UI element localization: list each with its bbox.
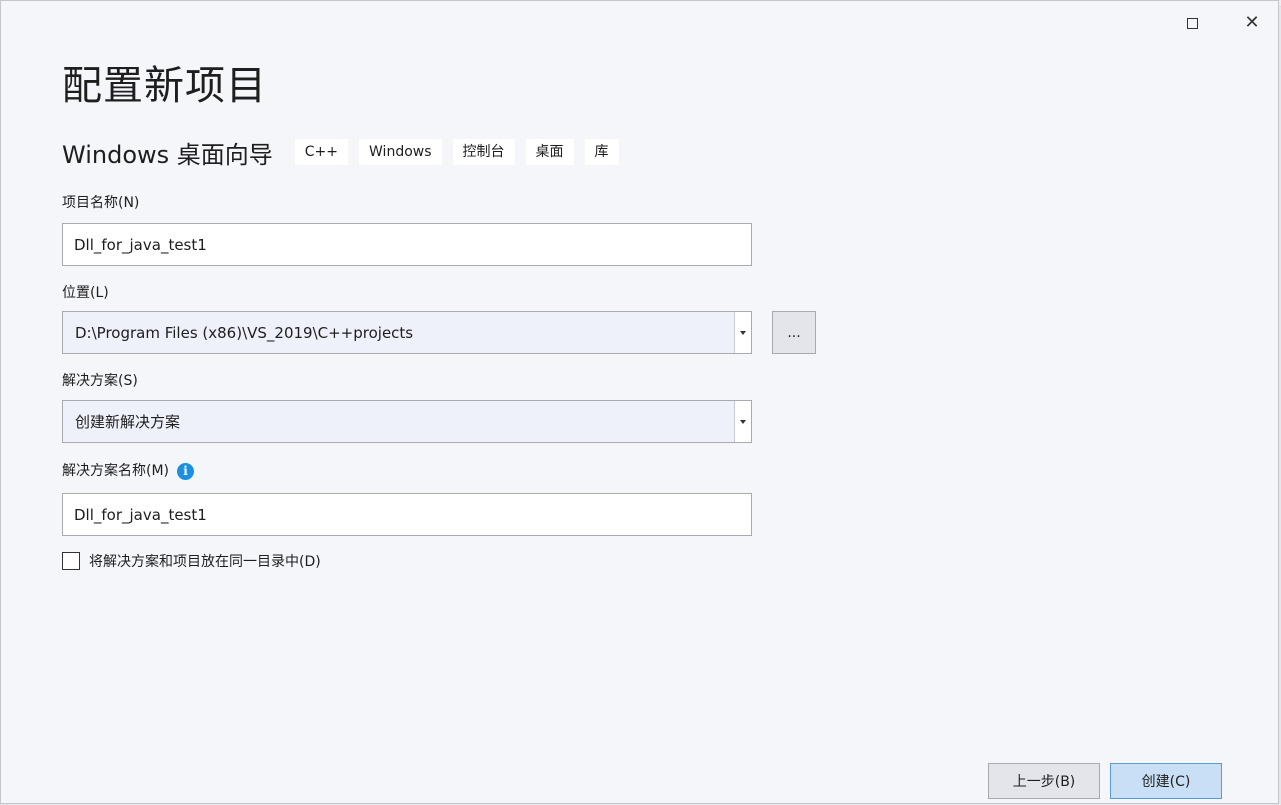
maximize-button[interactable] xyxy=(1177,9,1207,37)
create-button[interactable]: 创建(C) xyxy=(1110,763,1222,799)
solution-name-label: 解决方案名称(M) xyxy=(62,463,170,479)
template-header: Windows 桌面向导 C++ Windows 控制台 桌面 库 xyxy=(62,135,630,169)
solution-combobox[interactable]: 创建新解决方案 xyxy=(62,400,752,443)
template-tag: C++ xyxy=(294,139,349,165)
same-directory-checkbox[interactable] xyxy=(62,552,80,570)
location-label: 位置(L) xyxy=(62,285,109,301)
info-icon[interactable]: i xyxy=(177,462,195,480)
location-combobox[interactable]: D:\Program Files (x86)\VS_2019\C++projec… xyxy=(62,311,752,354)
solution-name-label-row: 解决方案名称(M) i xyxy=(62,460,195,480)
close-button[interactable]: ✕ xyxy=(1237,9,1267,37)
same-directory-option[interactable]: 将解决方案和项目放在同一目录中(D) xyxy=(62,551,321,571)
solution-label: 解决方案(S) xyxy=(62,373,138,389)
template-name: Windows 桌面向导 xyxy=(62,140,273,169)
chevron-down-icon xyxy=(740,330,746,335)
page-title: 配置新项目 xyxy=(62,63,267,109)
back-button[interactable]: 上一步(B) xyxy=(988,763,1100,799)
close-icon: ✕ xyxy=(1244,12,1260,33)
solution-dropdown-button[interactable] xyxy=(734,401,751,442)
location-value: D:\Program Files (x86)\VS_2019\C++projec… xyxy=(75,323,414,342)
project-name-label: 项目名称(N) xyxy=(62,195,140,211)
browse-button[interactable]: ... xyxy=(772,311,816,354)
maximize-icon xyxy=(1186,17,1198,29)
configure-project-dialog: ✕ 配置新项目 Windows 桌面向导 C++ Windows 控制台 桌面 … xyxy=(0,0,1279,804)
template-tag: 库 xyxy=(584,139,619,165)
solution-name-input[interactable] xyxy=(62,493,752,536)
chevron-down-icon xyxy=(740,419,746,424)
template-tag: Windows xyxy=(359,139,442,165)
same-directory-label: 将解决方案和项目放在同一目录中(D) xyxy=(89,554,321,570)
template-tag: 桌面 xyxy=(525,139,574,165)
location-dropdown-button[interactable] xyxy=(734,312,751,353)
project-name-input[interactable] xyxy=(62,223,752,266)
template-tag: 控制台 xyxy=(452,139,515,165)
solution-value: 创建新解决方案 xyxy=(75,413,181,431)
